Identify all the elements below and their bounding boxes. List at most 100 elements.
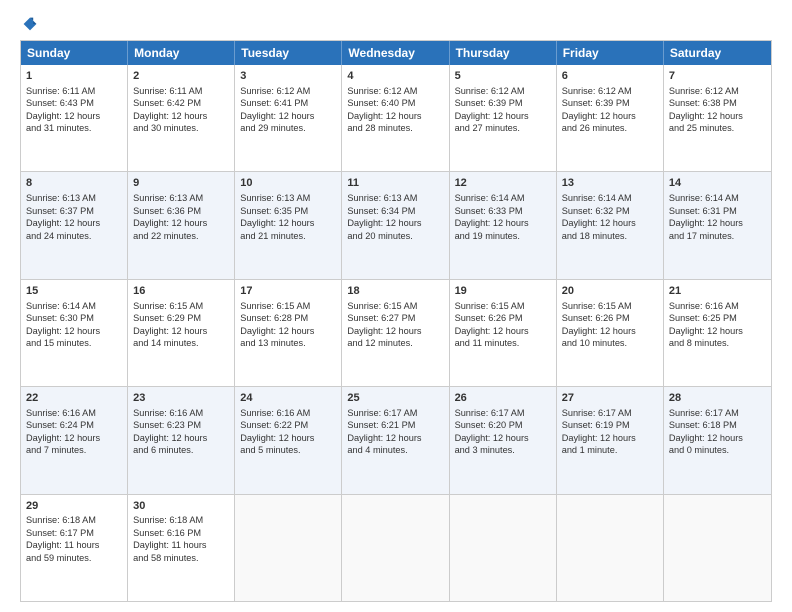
day-number: 21 [669, 284, 766, 299]
header-day-sunday: Sunday [21, 41, 128, 65]
day-info-line: Sunset: 6:17 PM [26, 527, 122, 539]
day-cell-23: 23Sunrise: 6:16 AMSunset: 6:23 PMDayligh… [128, 387, 235, 493]
day-info-line: and 18 minutes. [562, 230, 658, 242]
day-info-line: Sunset: 6:31 PM [669, 205, 766, 217]
day-number: 13 [562, 176, 658, 191]
day-info-line: Daylight: 12 hours [562, 325, 658, 337]
day-number: 16 [133, 284, 229, 299]
day-info-line: Sunrise: 6:16 AM [133, 407, 229, 419]
day-info-line: Sunrise: 6:12 AM [347, 85, 443, 97]
day-number: 11 [347, 176, 443, 191]
day-info-line: Sunrise: 6:13 AM [133, 192, 229, 204]
day-cell-12: 12Sunrise: 6:14 AMSunset: 6:33 PMDayligh… [450, 172, 557, 278]
day-cell-19: 19Sunrise: 6:15 AMSunset: 6:26 PMDayligh… [450, 280, 557, 386]
day-number: 12 [455, 176, 551, 191]
day-info-line: and 26 minutes. [562, 122, 658, 134]
page: SundayMondayTuesdayWednesdayThursdayFrid… [0, 0, 792, 612]
day-cell-1: 1Sunrise: 6:11 AMSunset: 6:43 PMDaylight… [21, 65, 128, 171]
day-info-line: Sunset: 6:21 PM [347, 419, 443, 431]
day-info-line: Sunrise: 6:14 AM [26, 300, 122, 312]
day-info-line: and 6 minutes. [133, 444, 229, 456]
day-info-line: Sunset: 6:23 PM [133, 419, 229, 431]
day-info-line: Sunrise: 6:11 AM [26, 85, 122, 97]
day-info-line: Sunrise: 6:15 AM [347, 300, 443, 312]
day-cell-10: 10Sunrise: 6:13 AMSunset: 6:35 PMDayligh… [235, 172, 342, 278]
day-cell-5: 5Sunrise: 6:12 AMSunset: 6:39 PMDaylight… [450, 65, 557, 171]
day-cell-30: 30Sunrise: 6:18 AMSunset: 6:16 PMDayligh… [128, 495, 235, 601]
day-info-line: Daylight: 12 hours [26, 110, 122, 122]
day-number: 2 [133, 69, 229, 84]
day-info-line: and 28 minutes. [347, 122, 443, 134]
day-info-line: Daylight: 12 hours [562, 432, 658, 444]
day-number: 24 [240, 391, 336, 406]
day-info-line: Sunrise: 6:17 AM [455, 407, 551, 419]
day-number: 28 [669, 391, 766, 406]
day-number: 5 [455, 69, 551, 84]
day-info-line: and 24 minutes. [26, 230, 122, 242]
day-info-line: and 17 minutes. [669, 230, 766, 242]
day-info-line: Daylight: 12 hours [669, 325, 766, 337]
day-info-line: Daylight: 12 hours [347, 217, 443, 229]
calendar-row-1: 1Sunrise: 6:11 AMSunset: 6:43 PMDaylight… [21, 65, 771, 172]
day-info-line: Sunrise: 6:17 AM [562, 407, 658, 419]
day-info-line: and 11 minutes. [455, 337, 551, 349]
logo [20, 16, 38, 32]
day-info-line: Sunset: 6:38 PM [669, 97, 766, 109]
day-info-line: Sunset: 6:29 PM [133, 312, 229, 324]
day-number: 8 [26, 176, 122, 191]
day-info-line: Sunrise: 6:18 AM [133, 514, 229, 526]
day-info-line: Daylight: 12 hours [455, 432, 551, 444]
day-number: 20 [562, 284, 658, 299]
day-info-line: Daylight: 12 hours [347, 432, 443, 444]
day-info-line: Sunrise: 6:13 AM [240, 192, 336, 204]
day-info-line: Daylight: 12 hours [669, 432, 766, 444]
day-info-line: Sunrise: 6:11 AM [133, 85, 229, 97]
day-info-line: Sunrise: 6:15 AM [455, 300, 551, 312]
day-info-line: Sunset: 6:35 PM [240, 205, 336, 217]
day-info-line: and 21 minutes. [240, 230, 336, 242]
day-info-line: Daylight: 12 hours [133, 110, 229, 122]
day-cell-8: 8Sunrise: 6:13 AMSunset: 6:37 PMDaylight… [21, 172, 128, 278]
day-info-line: Daylight: 12 hours [347, 110, 443, 122]
day-info-line: Daylight: 12 hours [240, 325, 336, 337]
day-info-line: and 7 minutes. [26, 444, 122, 456]
day-info-line: and 25 minutes. [669, 122, 766, 134]
day-cell-18: 18Sunrise: 6:15 AMSunset: 6:27 PMDayligh… [342, 280, 449, 386]
day-info-line: Sunset: 6:20 PM [455, 419, 551, 431]
day-info-line: Sunset: 6:41 PM [240, 97, 336, 109]
day-info-line: Sunset: 6:34 PM [347, 205, 443, 217]
day-number: 18 [347, 284, 443, 299]
day-info-line: and 1 minute. [562, 444, 658, 456]
day-info-line: Daylight: 12 hours [133, 432, 229, 444]
empty-cell-r4c2 [235, 495, 342, 601]
day-number: 30 [133, 499, 229, 514]
day-info-line: Sunrise: 6:17 AM [669, 407, 766, 419]
calendar-header: SundayMondayTuesdayWednesdayThursdayFrid… [21, 41, 771, 65]
day-info-line: and 20 minutes. [347, 230, 443, 242]
empty-cell-r4c5 [557, 495, 664, 601]
day-number: 22 [26, 391, 122, 406]
day-info-line: Sunrise: 6:15 AM [562, 300, 658, 312]
empty-cell-r4c4 [450, 495, 557, 601]
day-info-line: Sunset: 6:26 PM [562, 312, 658, 324]
day-info-line: Daylight: 12 hours [562, 110, 658, 122]
calendar-row-2: 8Sunrise: 6:13 AMSunset: 6:37 PMDaylight… [21, 172, 771, 279]
day-info-line: Daylight: 12 hours [26, 217, 122, 229]
day-cell-26: 26Sunrise: 6:17 AMSunset: 6:20 PMDayligh… [450, 387, 557, 493]
day-info-line: and 58 minutes. [133, 552, 229, 564]
day-number: 3 [240, 69, 336, 84]
day-number: 14 [669, 176, 766, 191]
day-cell-17: 17Sunrise: 6:15 AMSunset: 6:28 PMDayligh… [235, 280, 342, 386]
day-cell-14: 14Sunrise: 6:14 AMSunset: 6:31 PMDayligh… [664, 172, 771, 278]
day-info-line: Daylight: 12 hours [669, 110, 766, 122]
header [20, 16, 772, 32]
day-number: 19 [455, 284, 551, 299]
day-info-line: Sunrise: 6:15 AM [133, 300, 229, 312]
day-info-line: Sunset: 6:37 PM [26, 205, 122, 217]
day-info-line: and 3 minutes. [455, 444, 551, 456]
day-info-line: Sunset: 6:33 PM [455, 205, 551, 217]
day-info-line: Sunrise: 6:12 AM [669, 85, 766, 97]
empty-cell-r4c6 [664, 495, 771, 601]
day-number: 29 [26, 499, 122, 514]
day-cell-29: 29Sunrise: 6:18 AMSunset: 6:17 PMDayligh… [21, 495, 128, 601]
